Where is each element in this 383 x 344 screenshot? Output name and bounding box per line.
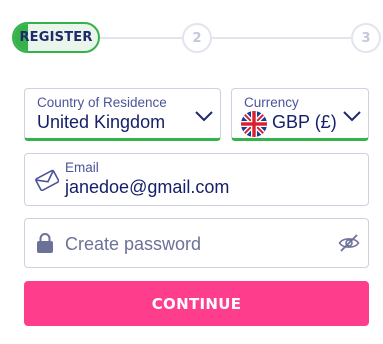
email-value: janedoe@gmail.com [65, 177, 230, 197]
step-register-label: REGISTER [19, 30, 93, 45]
chevron-down-icon [195, 111, 213, 122]
currency-select[interactable]: Currency GBP (£) [231, 88, 369, 141]
eye-slash-icon[interactable] [338, 233, 360, 253]
chevron-down-icon [343, 111, 361, 122]
step-connector [212, 37, 352, 39]
password-field[interactable]: Create password [24, 218, 369, 268]
uk-flag-icon [241, 111, 267, 137]
email-field[interactable]: Email janedoe@gmail.com [24, 153, 369, 206]
country-value: United Kingdom [37, 112, 166, 132]
currency-label: Currency [244, 95, 299, 110]
password-placeholder: Create password [65, 234, 202, 254]
country-select[interactable]: Country of Residence United Kingdom [24, 88, 221, 141]
country-label: Country of Residence [37, 95, 167, 110]
step-connector [100, 37, 182, 39]
step-3-number: 3 [361, 30, 371, 46]
currency-value: GBP (£) [272, 112, 337, 132]
envelope-icon [35, 169, 59, 191]
step-3-circle: 3 [351, 23, 381, 53]
email-label: Email [65, 160, 99, 175]
continue-button[interactable]: CONTINUE [24, 281, 369, 326]
step-2-circle: 2 [182, 23, 212, 53]
step-register-active: REGISTER [12, 22, 100, 53]
lock-icon [37, 233, 53, 253]
step-2-number: 2 [192, 30, 202, 46]
registration-stepper: REGISTER 2 3 [0, 0, 383, 76]
